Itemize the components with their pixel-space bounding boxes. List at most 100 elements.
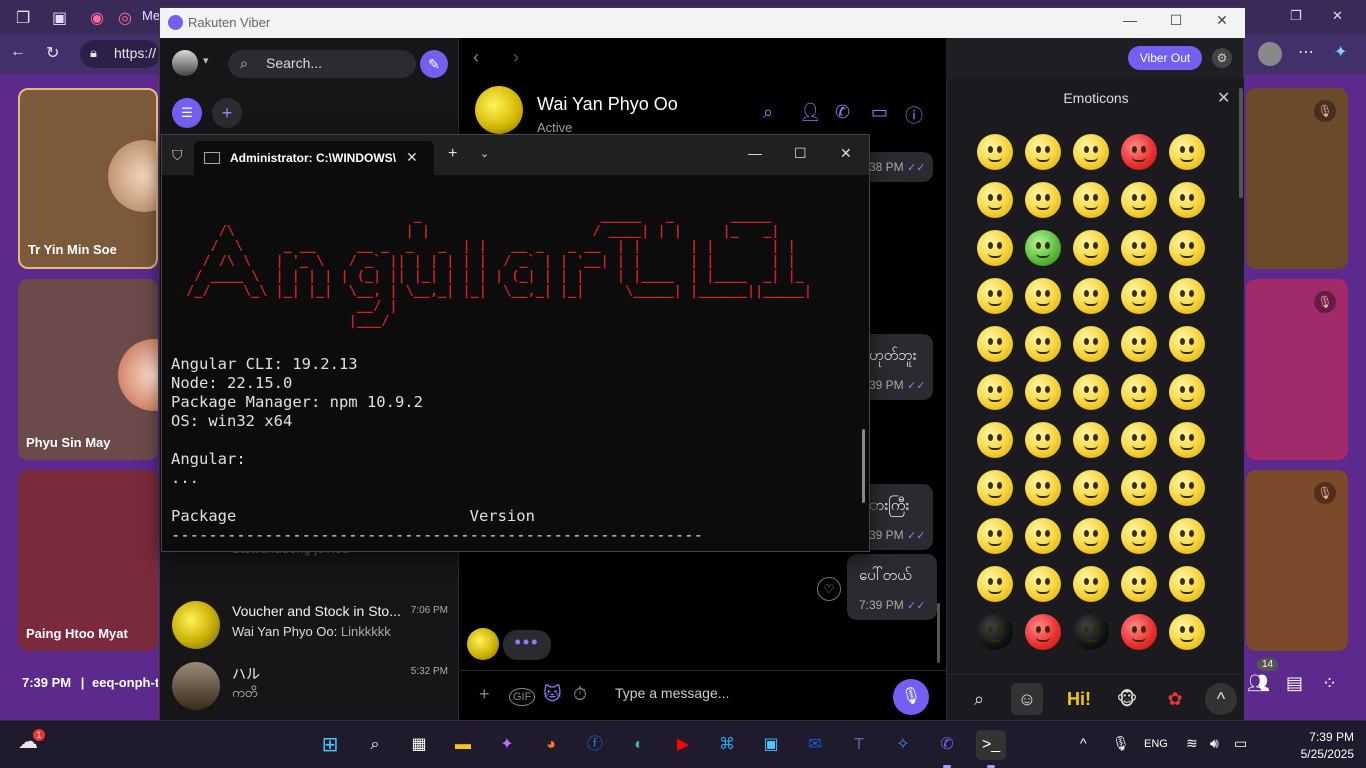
emoticon-icon[interactable] <box>1169 518 1205 554</box>
message-bubble[interactable]: ဟုတ်ဘူး 39 PM ✓✓ <box>859 334 933 400</box>
emoticon-icon[interactable] <box>977 422 1013 458</box>
chevron-down-icon[interactable]: ▾ <box>203 54 209 67</box>
activities-icon[interactable]: ⁘ <box>1322 673 1337 694</box>
emoticon-icon[interactable] <box>1073 374 1109 410</box>
emoticon-icon[interactable] <box>1025 518 1061 554</box>
chevron-up-icon[interactable]: ^ <box>1205 683 1237 715</box>
emoticon-icon[interactable] <box>1121 470 1157 506</box>
emoticon-icon[interactable] <box>1025 278 1061 314</box>
close-icon[interactable]: ✕ <box>1217 88 1230 108</box>
clock-date[interactable]: 5/25/2025 <box>1270 747 1354 761</box>
back-arrow-icon[interactable]: ‹ <box>473 47 479 68</box>
file-explorer-icon[interactable]: ▬ <box>448 730 478 760</box>
emoticon-icon[interactable] <box>1121 326 1157 362</box>
emoticon-icon[interactable] <box>1169 422 1205 458</box>
store-icon[interactable]: ▣ <box>756 730 786 760</box>
maximize-button[interactable]: ☐ <box>794 145 807 162</box>
emoticon-icon[interactable] <box>977 470 1013 506</box>
emoticon-icon[interactable] <box>1169 230 1205 266</box>
emoticon-icon[interactable] <box>977 614 1013 650</box>
participant-tile[interactable]: Phyu Sin May <box>18 279 158 460</box>
emoticon-icon[interactable] <box>1073 470 1109 506</box>
facebook-icon[interactable]: ⓕ <box>580 730 610 760</box>
browser-restore-icon[interactable]: ❐ <box>1290 8 1302 24</box>
back-icon[interactable]: ← <box>10 43 26 61</box>
gear-icon[interactable]: ⚙ <box>1212 48 1232 68</box>
search-icon[interactable]: ⌕ <box>963 683 995 715</box>
emoticon-icon[interactable] <box>977 182 1013 218</box>
contact-name[interactable]: Wai Yan Phyo Oo <box>537 94 678 115</box>
emoticon-icon[interactable] <box>1121 614 1157 650</box>
emoticon-icon[interactable] <box>1025 230 1061 266</box>
more-options-icon[interactable]: ⋯ <box>1298 42 1314 62</box>
copilot-icon[interactable]: ✦ <box>492 730 522 760</box>
teams-icon[interactable]: T <box>844 730 874 760</box>
search-box[interactable]: ⌕ <box>228 50 416 78</box>
voice-message-button[interactable]: 🎙︎ <box>893 679 929 715</box>
emoticon-icon[interactable] <box>1121 278 1157 314</box>
emoticon-icon[interactable] <box>1073 566 1109 602</box>
new-tab-icon[interactable]: + <box>448 145 457 163</box>
windows-start-icon[interactable]: ⊞ <box>315 730 345 760</box>
emoticon-icon[interactable] <box>1025 182 1061 218</box>
minimize-button[interactable]: — <box>748 145 762 161</box>
emoticon-icon[interactable] <box>977 518 1013 554</box>
microphone-icon[interactable]: 🎙︎ <box>1112 735 1130 752</box>
emoticon-icon[interactable] <box>1169 374 1205 410</box>
emoticon-icon[interactable] <box>977 566 1013 602</box>
call-icon[interactable]: ✆ <box>835 102 850 123</box>
add-participant-icon[interactable]: 👤︎ <box>799 102 822 123</box>
emoticon-icon[interactable] <box>1073 278 1109 314</box>
emoticon-icon[interactable] <box>1025 470 1061 506</box>
plus-icon[interactable]: + <box>479 684 490 705</box>
close-icon[interactable]: ✕ <box>406 149 418 166</box>
task-view-icon[interactable]: ▦ <box>404 730 434 760</box>
emoticon-icon[interactable] <box>1025 374 1061 410</box>
compose-button[interactable]: ✎ <box>420 50 448 78</box>
maximize-button[interactable]: ☐ <box>1156 12 1196 34</box>
sticker-pack-icon[interactable]: 🐵︎ <box>1111 683 1143 715</box>
participant-tile[interactable]: Paing Htoo Myat <box>18 470 158 651</box>
emoticon-icon[interactable] <box>1121 374 1157 410</box>
volume-icon[interactable]: 🔊︎ <box>1210 735 1219 752</box>
search-icon[interactable]: ⌕ <box>763 102 773 123</box>
emoticon-icon[interactable] <box>1169 470 1205 506</box>
chevron-down-icon[interactable]: ⌄ <box>480 147 489 160</box>
chevron-up-icon[interactable]: ^ <box>1080 735 1087 751</box>
emoticon-icon[interactable] <box>1025 422 1061 458</box>
refresh-icon[interactable]: ↻ <box>46 43 59 63</box>
emoticon-icon[interactable] <box>977 278 1013 314</box>
emoticon-icon[interactable] <box>977 230 1013 266</box>
emoticon-icon[interactable] <box>1169 278 1205 314</box>
emoticon-icon[interactable] <box>1073 230 1109 266</box>
emoticon-icon[interactable] <box>977 134 1013 170</box>
firefox-icon[interactable]: ◕ <box>536 730 566 760</box>
chat-icon[interactable]: ▤ <box>1286 673 1303 694</box>
emoticon-icon[interactable] <box>1169 614 1205 650</box>
browser-close-icon[interactable]: ✕ <box>1332 8 1343 24</box>
emoticon-icon[interactable] <box>1073 422 1109 458</box>
emoticon-icon[interactable] <box>1169 134 1205 170</box>
my-profile-avatar[interactable] <box>172 50 198 76</box>
terminal-output[interactable]: _ _____ _ _____ /\ | | / ____| | | |_ _|… <box>162 175 869 551</box>
message-input[interactable] <box>615 685 875 701</box>
timer-icon[interactable]: ⏱︎ <box>573 684 587 705</box>
emoticon-icon[interactable] <box>1121 230 1157 266</box>
participant-tile[interactable]: Tr Yin Min Soe <box>18 88 158 269</box>
message-bubble[interactable]: 38 PM ✓✓ <box>859 152 933 182</box>
emoticon-icon[interactable] <box>1121 422 1157 458</box>
search-icon[interactable]: ⌕ <box>360 730 390 760</box>
sticker-pack-icon[interactable]: Hi! <box>1063 683 1095 715</box>
emoticon-icon[interactable] <box>1073 134 1109 170</box>
emoticon-icon[interactable] <box>1121 134 1157 170</box>
emoticon-icon[interactable] <box>1073 326 1109 362</box>
terminal-tab[interactable]: Administrator: C:\WINDOWS\ ✕ <box>194 141 434 175</box>
profile-avatar[interactable] <box>1258 42 1282 66</box>
emoticon-icon[interactable] <box>1025 566 1061 602</box>
people-icon[interactable]: 👥︎ <box>1247 673 1270 694</box>
close-button[interactable]: ✕ <box>840 145 852 162</box>
emoticon-icon[interactable] <box>1073 182 1109 218</box>
close-button[interactable]: ✕ <box>1202 12 1242 34</box>
gif-icon[interactable]: GIF <box>509 688 536 706</box>
emoticon-icon[interactable] <box>977 326 1013 362</box>
